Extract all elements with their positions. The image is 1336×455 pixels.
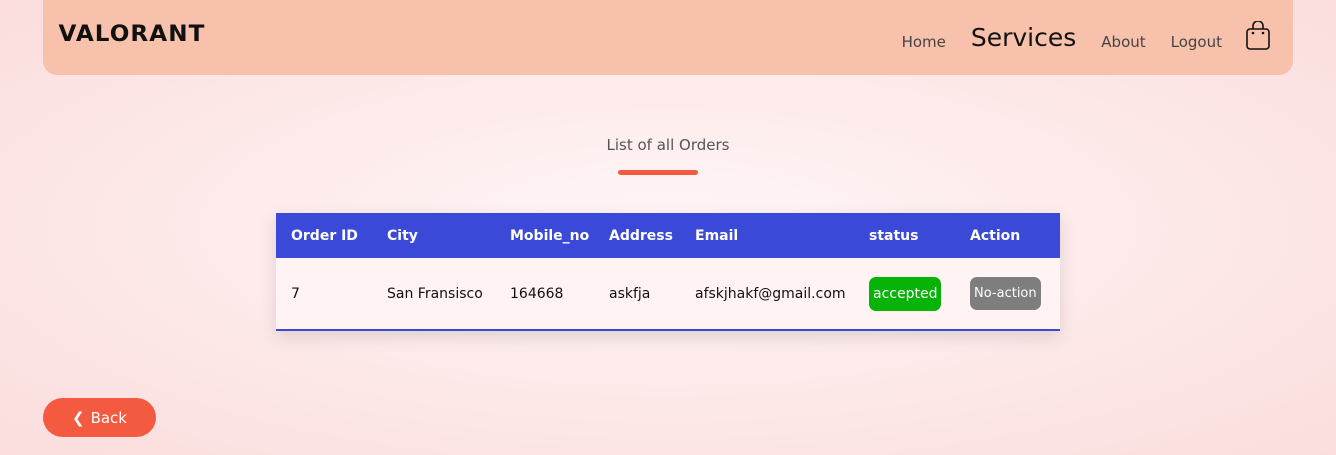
header-mobile: Mobile_no [510,227,590,244]
orders-table: Order ID City Mobile_no Address Email st… [276,213,1060,329]
nav-links: Home Services About Logout [902,0,1293,75]
page-title: List of all Orders [606,136,730,154]
table-row: 7 San Fransisco 164668 askfja afskjhakf@… [276,258,1060,329]
cell-mobile: 164668 [510,285,564,302]
chevron-left-icon: ❮ [72,408,85,427]
cell-email: afskjhakf@gmail.com [695,285,846,302]
header-address: Address [609,227,673,244]
nav-link-logout[interactable]: Logout [1171,33,1222,51]
header-city: City [387,227,418,244]
brand-logo[interactable]: VALORANT [59,22,206,47]
title-underline [618,170,698,175]
header-order-id: Order ID [291,227,358,244]
header-status: status [869,227,919,244]
shopping-bag-icon[interactable] [1245,20,1271,51]
cell-city: San Fransisco [387,285,483,302]
nav-link-about[interactable]: About [1101,33,1145,51]
cell-order-id: 7 [291,285,300,302]
back-button-label: Back [90,408,127,427]
header-action: Action [970,227,1021,244]
status-badge: accepted [869,276,942,311]
nav-link-home[interactable]: Home [902,33,946,51]
header-email: Email [695,227,739,244]
cell-address: askfja [609,285,651,302]
nav-link-services[interactable]: Services [971,23,1076,52]
navbar: VALORANT Home Services About Logout [43,0,1293,75]
cell-status: accepted [854,258,955,329]
orders-table-container: Order ID City Mobile_no Address Email st… [276,213,1060,331]
back-button[interactable]: ❮ Back [43,398,156,437]
table-header-row: Order ID City Mobile_no Address Email st… [276,213,1060,258]
no-action-button[interactable]: No-action [970,277,1041,310]
cell-action: No-action [955,258,1060,329]
